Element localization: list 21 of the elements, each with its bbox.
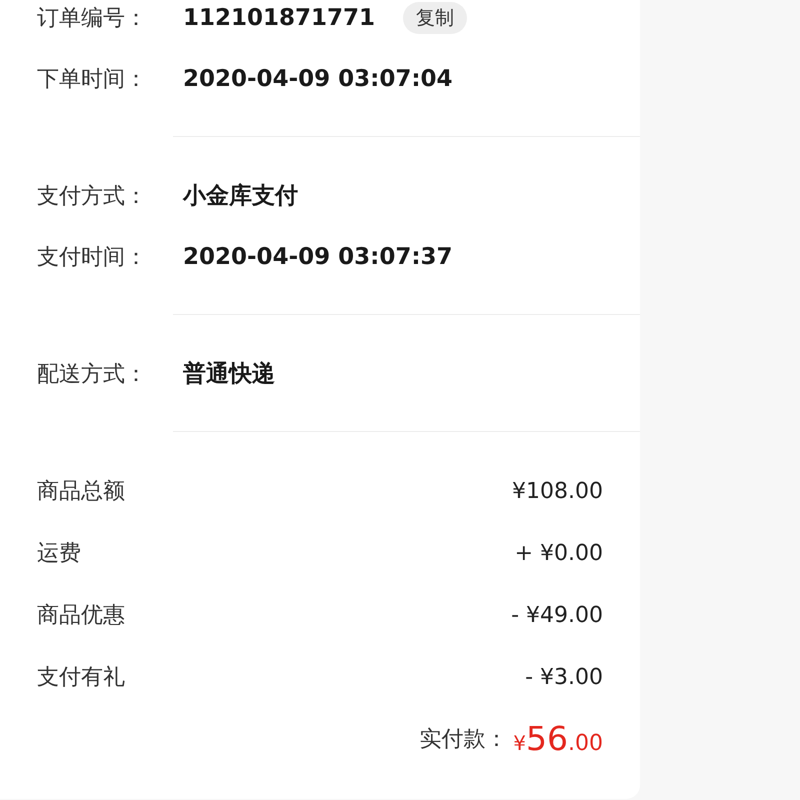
field-value: 112101871771 (183, 4, 376, 30)
total-label: 实付款： (419, 726, 508, 754)
field-label: 配送方式： (37, 360, 148, 388)
amount-label: 支付有礼 (37, 664, 125, 692)
field-value: 2020-04-09 03:07:37 (183, 244, 453, 270)
amount-value: + ¥0.00 (514, 540, 603, 566)
amount-label: 商品总额 (37, 478, 125, 506)
field-value: 小金库支付 (183, 182, 298, 211)
amount-value: - ¥49.00 (511, 602, 603, 628)
field-value: 普通快递 (183, 360, 275, 389)
copy-button[interactable]: 复制 (403, 2, 468, 34)
field-label: 下单时间： (37, 66, 148, 94)
amount-value: ¥108.00 (512, 478, 603, 504)
field-label: 支付方式： (37, 182, 148, 210)
total-price: ¥56.00 (513, 719, 603, 758)
field-label: 订单编号： (37, 4, 148, 32)
amount-label: 运费 (37, 540, 81, 568)
field-label: 支付时间： (37, 244, 148, 272)
amount-label: 商品优惠 (37, 602, 125, 630)
amount-value: - ¥3.00 (525, 664, 603, 690)
field-value: 2020-04-09 03:07:04 (183, 66, 453, 92)
